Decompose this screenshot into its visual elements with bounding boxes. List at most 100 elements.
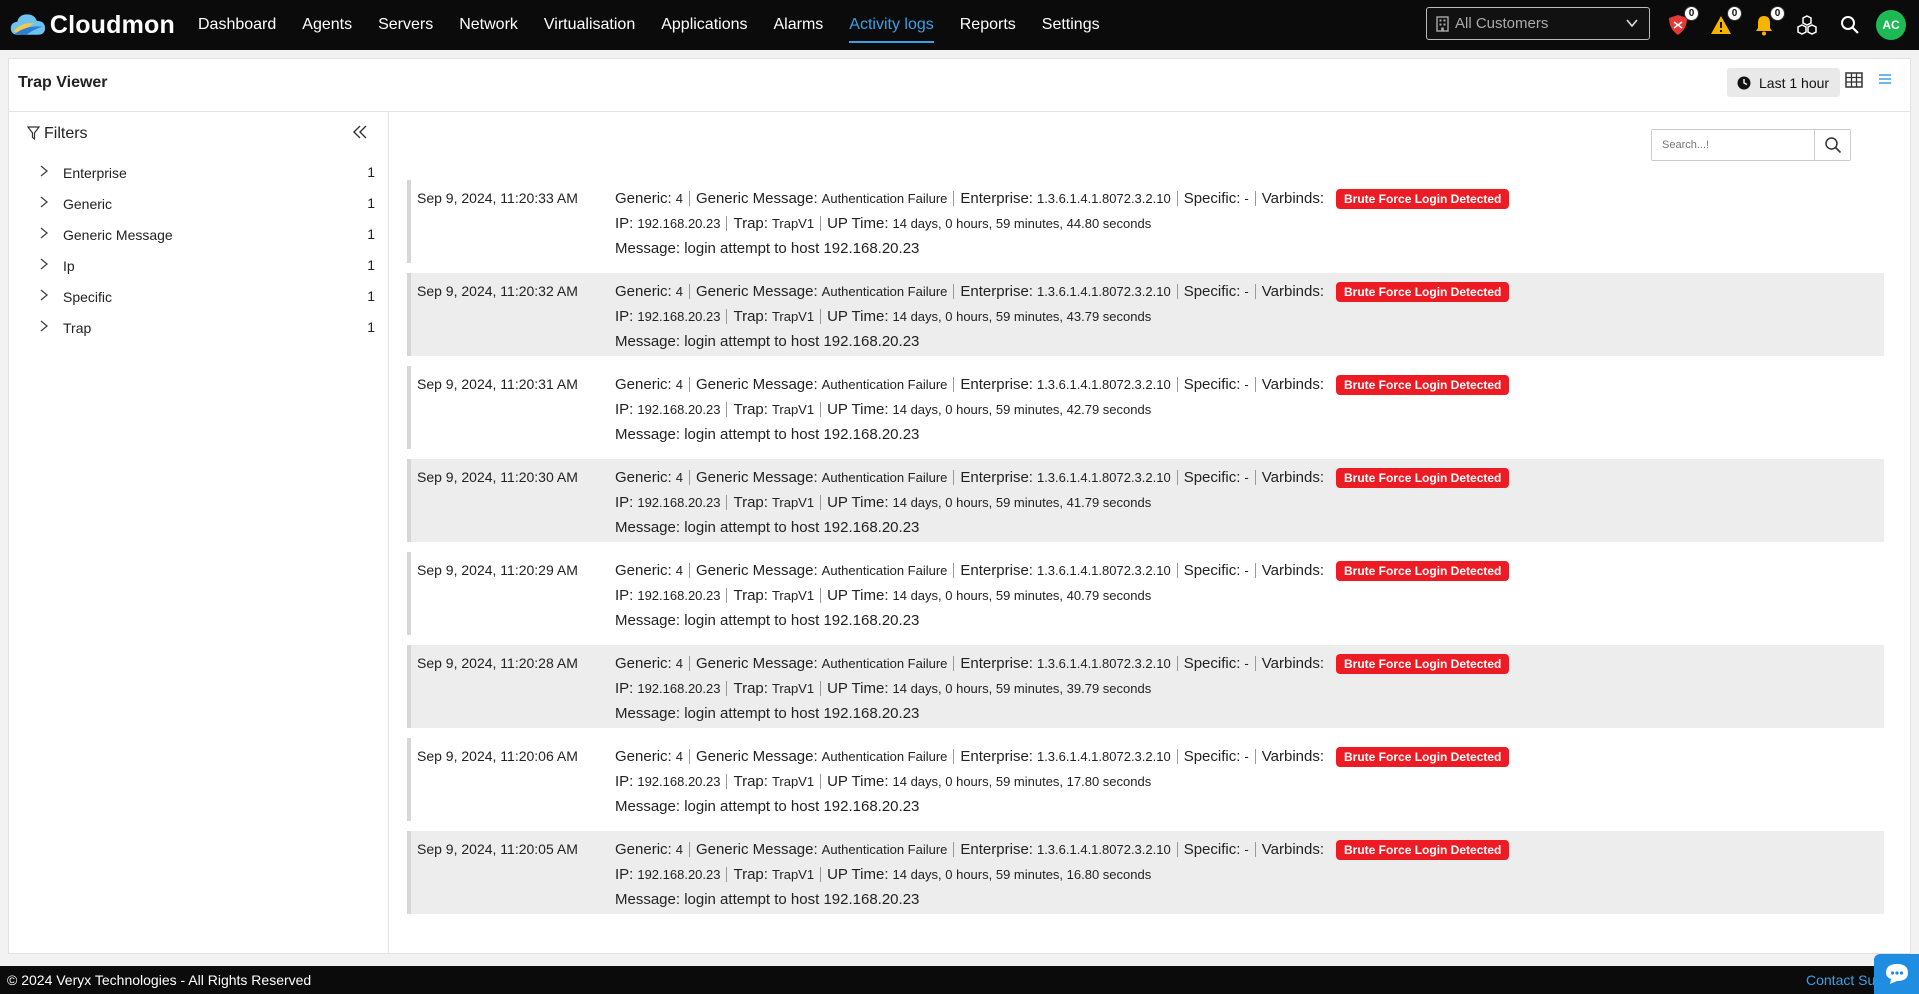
- contact-support-link[interactable]: Contact Sup: [1806, 972, 1883, 988]
- filter-enterprise[interactable]: Enterprise 1: [9, 159, 388, 190]
- generic-label: Generic:: [615, 841, 672, 858]
- chat-icon: [1885, 964, 1908, 984]
- enterprise-value: 1.3.6.1.4.1.8072.3.2.10: [1036, 284, 1171, 299]
- trap-label: Trap:: [733, 587, 768, 604]
- chat-button[interactable]: [1874, 954, 1919, 994]
- warning-badge: 0: [1727, 6, 1742, 21]
- log-line-3: Message: login attempt to host 192.168.2…: [615, 236, 1509, 261]
- uptime-value: 14 days, 0 hours, 59 minutes, 42.79 seco…: [892, 402, 1152, 417]
- log-line-3: Message: login attempt to host 192.168.2…: [615, 887, 1509, 912]
- table-icon: [1845, 72, 1863, 88]
- filter-trap[interactable]: Trap 1: [9, 314, 388, 345]
- log-line-1: Generic: 4 Generic Message: Authentication …: [615, 465, 1510, 490]
- chevron-right-icon: [40, 289, 49, 301]
- log-message: Message: login attempt to host 192.168.2…: [615, 705, 920, 722]
- nav-activity-logs[interactable]: Activity logs: [836, 0, 946, 50]
- logo[interactable]: Cloudmon: [10, 9, 175, 41]
- log-row[interactable]: Sep 9, 2024, 11:20:28 AM Generic: 4 Generic…: [407, 645, 1884, 728]
- separator: [1176, 842, 1178, 857]
- filter-generic[interactable]: Generic 1: [9, 190, 388, 221]
- uptime-value: 14 days, 0 hours, 59 minutes, 43.79 seco…: [892, 309, 1152, 324]
- uptime-label: UP Time:: [827, 587, 889, 604]
- nav-virtualisation[interactable]: Virtualisation: [531, 0, 648, 50]
- generic-label: Generic:: [615, 655, 672, 672]
- warnings-button[interactable]: 0: [1708, 6, 1742, 38]
- nav-applications[interactable]: Applications: [648, 0, 760, 50]
- generic-value: 4: [675, 749, 683, 764]
- search-button[interactable]: [1814, 130, 1850, 160]
- separator: [1176, 563, 1178, 578]
- user-avatar[interactable]: AC: [1876, 10, 1906, 40]
- generic-message-value: Authentication Failure: [821, 284, 948, 299]
- panel-header: Trap Viewer Last 1 hour: [9, 59, 1910, 112]
- filter-specific[interactable]: Specific 1: [9, 283, 388, 314]
- nav-servers[interactable]: Servers: [365, 0, 446, 50]
- log-row[interactable]: Sep 9, 2024, 11:20:30 AM Generic: 4 Generic…: [407, 459, 1884, 542]
- log-line-2: IP: 192.168.20.23 Trap: TrapV1 UP Time: 14 da…: [615, 862, 1509, 887]
- log-row[interactable]: Sep 9, 2024, 11:20:29 AM Generic: 4 Generic…: [407, 552, 1884, 635]
- log-row[interactable]: Sep 9, 2024, 11:20:32 AM Generic: 4 Generic…: [407, 273, 1884, 356]
- generic-message-value: Authentication Failure: [821, 470, 948, 485]
- collapse-icon[interactable]: [352, 124, 368, 140]
- varbind-badge: Brute Force Login Detected: [1336, 560, 1510, 581]
- varbind-badge: Brute Force Login Detected: [1336, 653, 1510, 674]
- separator: [688, 749, 690, 764]
- copyright-text: © 2024 Veryx Technologies - All Rights R…: [7, 972, 312, 988]
- trap-value: TrapV1: [771, 309, 815, 324]
- separator: [953, 749, 955, 764]
- table-view-button[interactable]: [1845, 71, 1863, 94]
- filter-ip[interactable]: Ip 1: [9, 252, 388, 283]
- varbind-badge: Brute Force Login Detected: [1336, 374, 1510, 395]
- search-input[interactable]: [1652, 130, 1814, 160]
- log-row[interactable]: Sep 9, 2024, 11:20:06 AM Generic: 4 Generic…: [407, 738, 1884, 821]
- log-line-2: IP: 192.168.20.23 Trap: TrapV1 UP Time: 14 da…: [615, 676, 1509, 701]
- separator: [820, 402, 822, 417]
- nav-dashboard[interactable]: Dashboard: [185, 0, 289, 50]
- varbinds-label: Varbinds:: [1261, 469, 1325, 486]
- generic-label: Generic:: [615, 562, 672, 579]
- separator: [820, 774, 822, 789]
- varbind-badge: Brute Force Login Detected: [1336, 281, 1510, 302]
- app-name: Cloudmon: [49, 10, 175, 39]
- filter-generic-message[interactable]: Generic Message 1: [9, 221, 388, 252]
- ip-value: 192.168.20.23: [637, 495, 721, 510]
- list-view-button[interactable]: [1877, 71, 1893, 92]
- nav-reports[interactable]: Reports: [947, 0, 1029, 50]
- nav-alarms[interactable]: Alarms: [761, 0, 837, 50]
- ip-label: IP:: [615, 401, 634, 418]
- trap-label: Trap:: [733, 401, 768, 418]
- nav-network[interactable]: Network: [446, 0, 531, 50]
- generic-message-label: Generic Message:: [695, 190, 818, 207]
- separator: [820, 867, 822, 882]
- trap-value: TrapV1: [771, 216, 815, 231]
- generic-message-label: Generic Message:: [695, 376, 818, 393]
- separator: [1176, 191, 1178, 206]
- customer-select[interactable]: All Customers: [1426, 7, 1650, 40]
- log-line-3: Message: login attempt to host 192.168.2…: [615, 794, 1509, 819]
- log-row[interactable]: Sep 9, 2024, 11:20:05 AM Generic: 4 Generic…: [407, 831, 1884, 914]
- uptime-value: 14 days, 0 hours, 59 minutes, 16.80 seco…: [892, 867, 1152, 882]
- specific-label: Specific:: [1183, 655, 1241, 672]
- generic-label: Generic:: [615, 376, 672, 393]
- chevron-right-icon: [40, 258, 49, 270]
- security-alerts-button[interactable]: 0: [1665, 6, 1699, 38]
- enterprise-label: Enterprise:: [960, 190, 1033, 207]
- specific-label: Specific:: [1183, 841, 1241, 858]
- ip-label: IP:: [615, 494, 634, 511]
- global-search-button[interactable]: [1837, 12, 1863, 38]
- clock-icon: [1737, 76, 1751, 89]
- log-row[interactable]: Sep 9, 2024, 11:20:31 AM Generic: 4 Generic…: [407, 366, 1884, 449]
- log-row[interactable]: Sep 9, 2024, 11:20:33 AM Generic: 4 Generic…: [407, 180, 1884, 263]
- nav-agents[interactable]: Agents: [289, 0, 365, 50]
- integrations-button[interactable]: [1794, 12, 1820, 38]
- notifications-button[interactable]: 0: [1751, 6, 1785, 38]
- log-fields: Generic: 4 Generic Message: Authentication …: [615, 279, 1510, 354]
- time-range-button[interactable]: Last 1 hour: [1727, 68, 1841, 97]
- log-message: Message: login attempt to host 192.168.2…: [615, 333, 920, 350]
- uptime-value: 14 days, 0 hours, 59 minutes, 41.79 seco…: [892, 495, 1152, 510]
- separator: [1254, 191, 1256, 206]
- nav-settings[interactable]: Settings: [1029, 0, 1113, 50]
- varbinds-label: Varbinds:: [1261, 562, 1325, 579]
- generic-value: 4: [675, 470, 683, 485]
- log-line-3: Message: login attempt to host 192.168.2…: [615, 422, 1509, 447]
